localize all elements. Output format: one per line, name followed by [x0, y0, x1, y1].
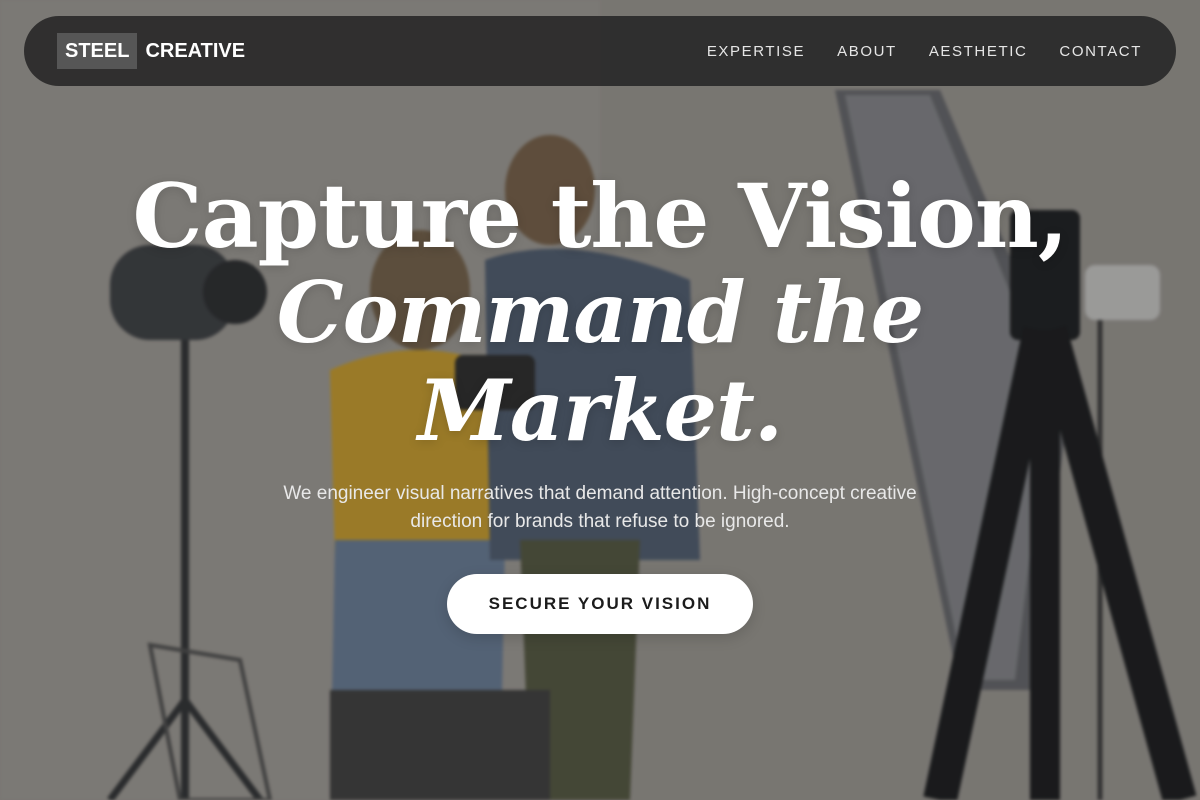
headline-line-3: Market. [417, 361, 783, 460]
headline-line-2: Command the [276, 263, 924, 362]
hero-subtext: We engineer visual narratives that deman… [283, 483, 917, 532]
nav-links: EXPERTISE ABOUT AESTHETIC CONTACT [675, 16, 1142, 86]
logo-box-text: STEEL [57, 33, 138, 69]
hero-headline: Capture the Vision, Command the Market. [0, 168, 1200, 460]
brand-logo[interactable]: STEEL CREATIVE [57, 33, 245, 69]
logo-text: CREATIVE [145, 39, 246, 62]
headline-line-1: Capture the Vision, [132, 164, 1069, 268]
nav-link-expertise[interactable]: EXPERTISE [707, 43, 805, 60]
nav-link-aesthetic[interactable]: AESTHETIC [929, 43, 1028, 60]
nav-link-contact[interactable]: CONTACT [1059, 43, 1142, 60]
hero-section: STEEL CREATIVE EXPERTISE ABOUT AESTHETIC… [0, 0, 1200, 800]
top-navbar: STEEL CREATIVE EXPERTISE ABOUT AESTHETIC… [24, 16, 1176, 86]
nav-link-about[interactable]: ABOUT [837, 43, 897, 60]
secure-your-vision-button[interactable]: SECURE YOUR VISION [447, 574, 753, 634]
